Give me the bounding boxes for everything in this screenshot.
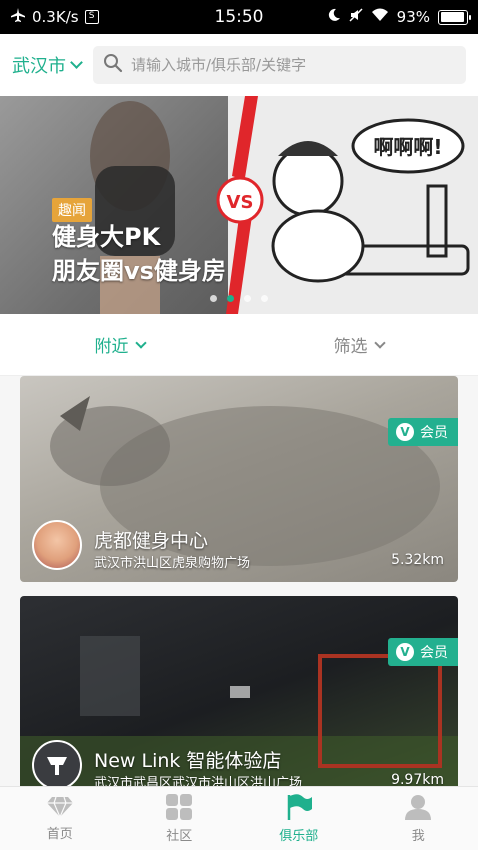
nav-me[interactable]: 我 [359,787,478,850]
vip-icon: V [396,643,414,661]
wifi-icon [371,8,389,26]
club-logo-icon [47,757,67,775]
nav-club[interactable]: 俱乐部 [239,787,359,850]
banner-title: 健身大PK 朋友圈vs健身房 [52,220,226,288]
club-list: V 会员 虎都健身中心 武汉市洪山区虎泉购物广场 5.32km V 会员 New [0,376,478,786]
carousel-dot[interactable] [210,295,217,302]
news-tag: 趣闻 [52,198,92,222]
carousel-dot[interactable] [244,295,251,302]
banner-title-line2: 朋友圈vs健身房 [52,257,226,285]
promo-banner[interactable]: 啊啊啊! VS 趣闻 健身大PK 朋友圈vs健身房 [0,96,478,314]
avatar [32,520,82,570]
chevron-down-icon [134,336,147,349]
storage-box-icon: S [84,10,99,24]
diamond-icon [46,796,73,819]
avatar [32,740,82,786]
search-box[interactable] [93,46,466,84]
club-address: 武汉市武昌区武汉市洪山区洪山广场 [94,776,303,786]
member-badge: V 会员 [388,418,458,446]
club-distance: 9.97km [391,772,444,786]
shout-text: 啊啊啊! [373,135,442,159]
mute-icon [349,8,363,26]
city-selector[interactable]: 武汉市 [12,52,83,78]
city-label: 武汉市 [12,56,66,77]
grid-icon [166,794,193,820]
airplane-icon [10,7,26,27]
network-speed: 0.3K/s [32,8,79,26]
chevron-down-icon [70,56,83,69]
member-badge-label: 会员 [420,425,448,441]
nav-community[interactable]: 社区 [120,787,240,850]
vip-icon: V [396,423,414,441]
flag-icon [287,794,312,820]
battery-icon [438,9,472,25]
filter-bar: 附近 筛选 [0,314,478,376]
club-card[interactable]: V 会员 虎都健身中心 武汉市洪山区虎泉购物广场 5.32km [20,376,458,582]
nav-home[interactable]: 首页 [0,787,120,850]
battery-percent: 93% [396,8,431,26]
carousel-dot-active[interactable] [227,295,234,302]
club-name: 虎都健身中心 [94,530,209,552]
user-icon [405,795,432,820]
nav-home-label: 首页 [46,827,73,842]
clock: 15:50 [214,7,264,27]
app-screen: 0.3K/s S 15:50 93% 武汉市 请输入城市/俱乐部/关键字 啊啊啊… [0,0,478,850]
club-name: New Link 智能体验店 [94,750,282,772]
nav-club-label: 俱乐部 [279,829,319,844]
screen-filter[interactable]: 筛选 [239,314,478,375]
filter-label: 筛选 [333,337,368,357]
search-input[interactable] [131,56,456,74]
club-card[interactable]: V 会员 New Link 智能体验店 武汉市武昌区武汉市洪山区洪山广场 9.9… [20,596,458,786]
banner-title-line1: 健身大PK [52,223,161,251]
status-bar: 0.3K/s S 15:50 93% [0,0,478,34]
carousel-dots [0,295,478,302]
nav-community-label: 社区 [166,829,193,844]
vs-label: VS [227,192,254,213]
nav-me-label: 我 [411,829,425,844]
member-badge-label: 会员 [420,645,448,661]
moon-icon [327,8,341,26]
nearby-label: 附近 [94,337,129,357]
top-header: 武汉市 [0,34,478,96]
nearby-filter[interactable]: 附近 [0,314,239,375]
search-icon [103,53,123,77]
chevron-down-icon [373,336,386,349]
carousel-dot[interactable] [261,295,268,302]
club-distance: 5.32km [391,552,444,568]
club-address: 武汉市洪山区虎泉购物广场 [94,556,251,571]
bottom-nav: 首页 社区 俱乐部 我 [0,786,478,850]
member-badge: V 会员 [388,638,458,666]
